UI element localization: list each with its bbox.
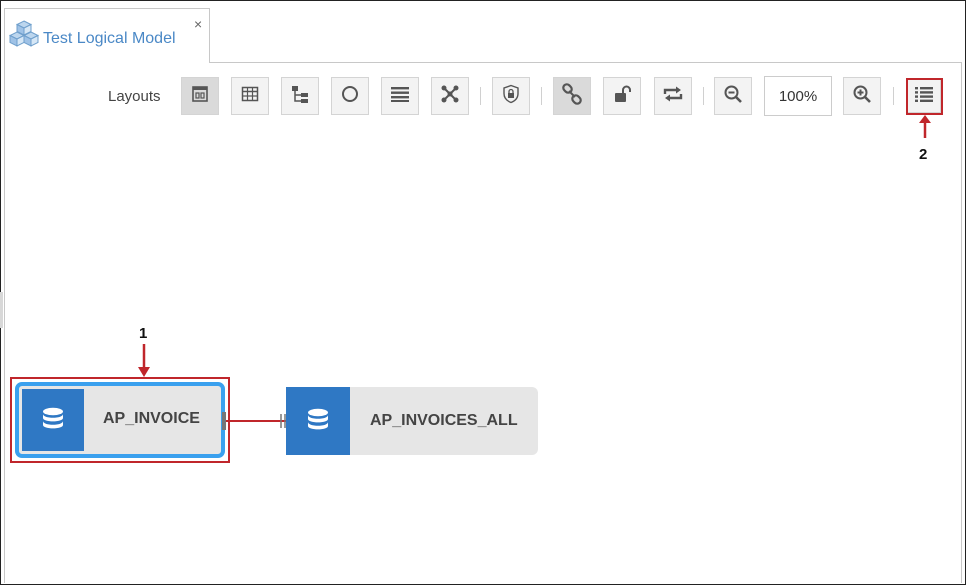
zoom-in-icon: [852, 84, 872, 109]
toolbar-separator: [480, 87, 481, 105]
freeform-layout-icon: [191, 85, 209, 108]
node-label: AP_INVOICES_ALL: [370, 412, 518, 429]
tab-close-icon[interactable]: ×: [194, 17, 202, 31]
tree-layout-icon: [290, 84, 310, 109]
unlock-button[interactable]: [603, 77, 641, 115]
zoom-level-input[interactable]: 100%: [764, 76, 832, 116]
organic-layout-icon: [440, 84, 460, 109]
zoom-in-button[interactable]: [843, 77, 881, 115]
grid-layout-icon: [241, 85, 259, 108]
join-button[interactable]: [553, 77, 591, 115]
link-icon: [561, 82, 583, 110]
tab-title: Test Logical Model: [43, 30, 176, 47]
node-ap-invoice[interactable]: AP_INVOICE: [15, 382, 225, 458]
node-label: AP_INVOICE: [103, 410, 200, 427]
callout-number-2: 2: [919, 146, 928, 163]
toolbar-separator: [541, 87, 542, 105]
zoom-out-icon: [723, 84, 743, 109]
zoom-out-button[interactable]: [714, 77, 752, 115]
layout-grid-button[interactable]: [231, 77, 269, 115]
layout-circular-button[interactable]: [331, 77, 369, 115]
toolbar-separator: [893, 87, 894, 105]
diagram-canvas[interactable]: [4, 62, 962, 583]
toolbar-separator: [703, 87, 704, 105]
node-ap-invoices-all[interactable]: AP_INVOICES_ALL: [286, 387, 538, 455]
cubes-icon: [8, 19, 40, 52]
security-button[interactable]: [492, 77, 530, 115]
shield-lock-icon: [501, 84, 521, 109]
callout-highlight-2: [906, 78, 943, 115]
join-connector[interactable]: [226, 412, 290, 430]
layouts-label: Layouts: [108, 88, 161, 105]
callout-arrow-1: [138, 344, 150, 377]
database-icon: [286, 387, 350, 455]
refresh-icon: [662, 84, 684, 109]
circle-layout-icon: [340, 84, 360, 109]
list-layout-icon: [390, 84, 410, 109]
callout-arrow-2: [919, 115, 931, 138]
panel-resize-handle[interactable]: [0, 292, 3, 328]
refresh-button[interactable]: [654, 77, 692, 115]
tab-test-logical-model[interactable]: Test Logical Model ×: [4, 8, 210, 63]
database-icon: [22, 389, 84, 451]
layout-organic-button[interactable]: [431, 77, 469, 115]
unlock-icon: [612, 84, 632, 109]
layout-freeform-button[interactable]: [181, 77, 219, 115]
callout-number-1: 1: [139, 325, 148, 342]
layout-list-button[interactable]: [381, 77, 419, 115]
layout-tree-button[interactable]: [281, 77, 319, 115]
